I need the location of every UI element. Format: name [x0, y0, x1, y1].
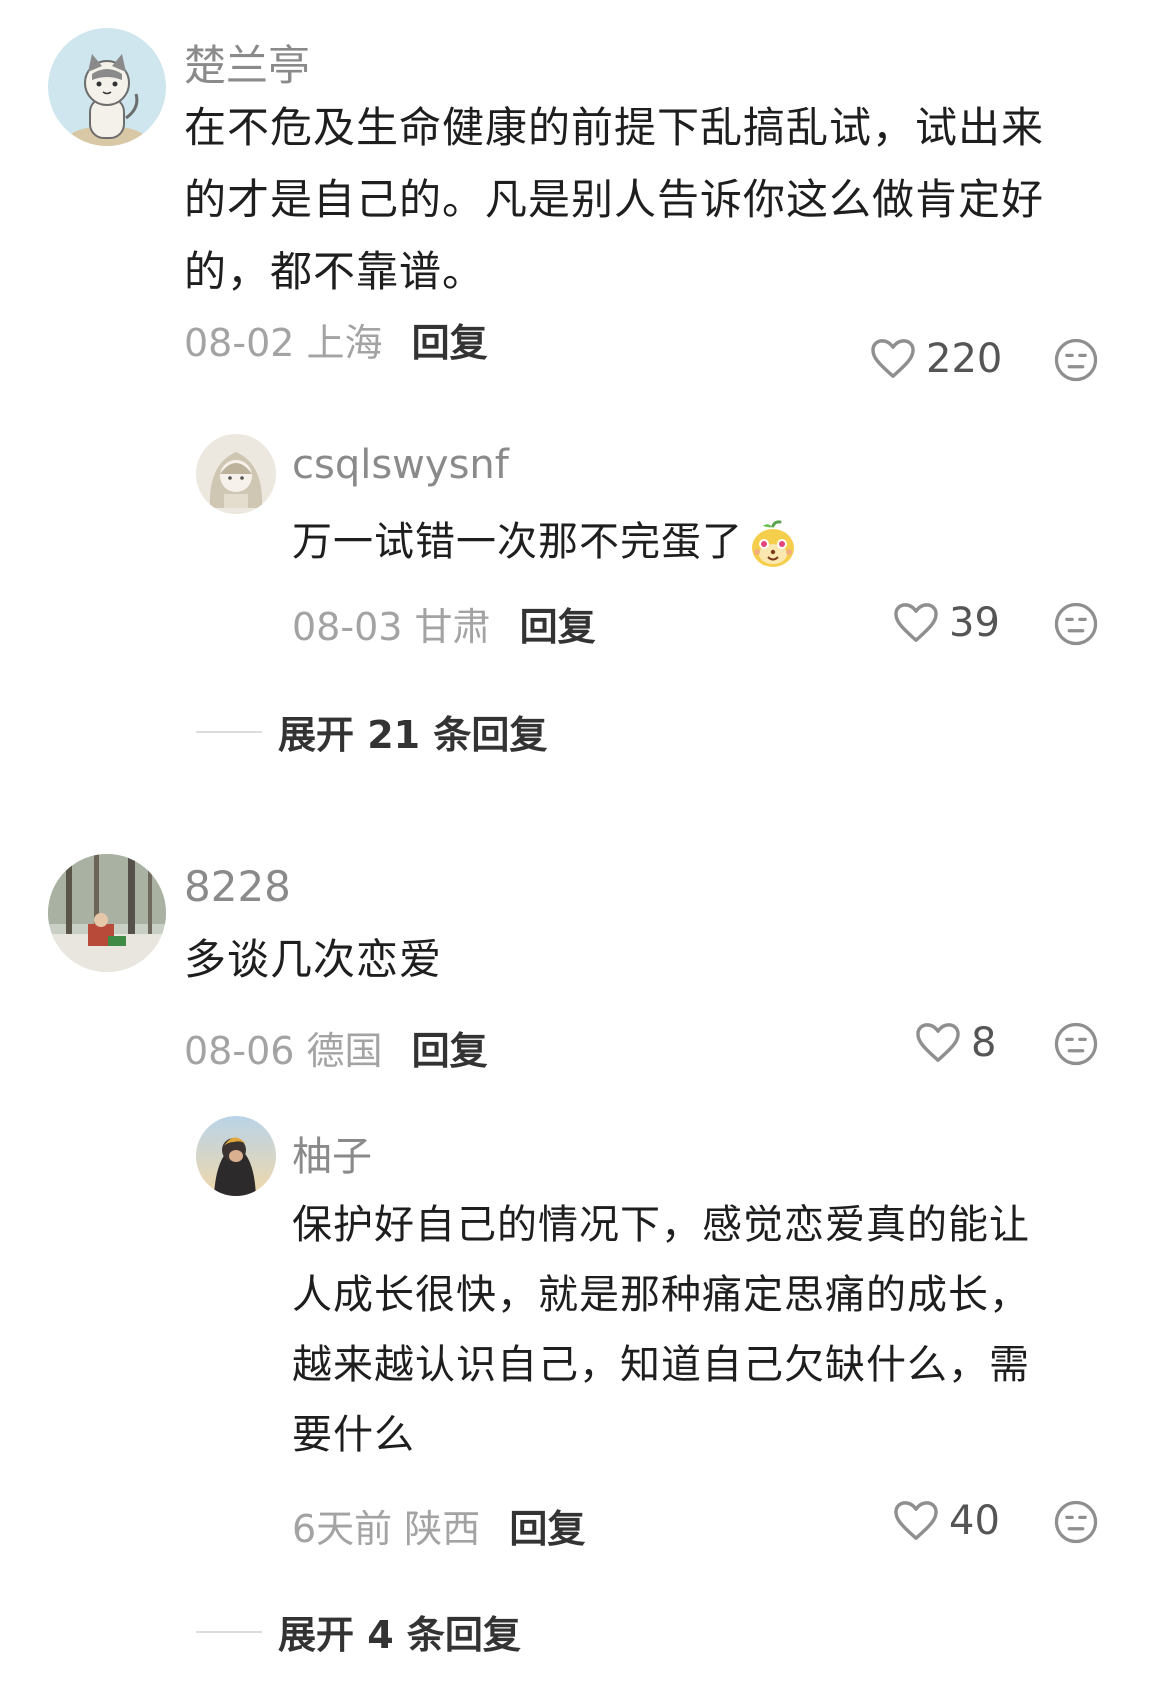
- reply-button[interactable]: 回复: [520, 605, 596, 649]
- reply-button[interactable]: 回复: [412, 321, 488, 365]
- heart-icon: [871, 339, 915, 378]
- heart-icon: [916, 1023, 960, 1062]
- reply-button[interactable]: 回复: [509, 1507, 585, 1551]
- dislike-face-icon[interactable]: [1053, 1499, 1099, 1545]
- avatar[interactable]: [196, 434, 276, 514]
- like-count: 8: [971, 1020, 997, 1066]
- smiling-mango-emoji-icon: [752, 520, 794, 567]
- comment-text: 多谈几次恋爱: [184, 924, 1084, 996]
- date-location: 08-03 甘肃: [292, 605, 491, 649]
- reply-meta: 08-03 甘肃 回复: [292, 596, 596, 651]
- expand-replies-button[interactable]: 展开 21 条回复: [196, 704, 547, 759]
- reply-text-content: 万一试错一次那不完蛋了: [292, 519, 743, 565]
- reply-button[interactable]: 回复: [412, 1029, 488, 1073]
- comment-text-line: 的才是自己的。凡是别人告诉你这么做肯定好: [184, 175, 1045, 224]
- avatar[interactable]: [48, 854, 166, 972]
- reply-text-line: 越来越认识自己，知道自己欠缺什么，需: [292, 1342, 1030, 1388]
- dislike-face-icon[interactable]: [1053, 1021, 1099, 1067]
- divider-line: [196, 730, 262, 733]
- date-location: 6天前 陕西: [292, 1507, 481, 1551]
- username[interactable]: 柚子: [292, 1124, 372, 1182]
- avatar[interactable]: [196, 1116, 276, 1196]
- divider-line: [196, 1630, 262, 1633]
- comment-text-line: 在不危及生命健康的前提下乱搞乱试，试出来: [184, 103, 1045, 152]
- reply-text-line: 人成长很快，就是那种痛定思痛的成长，: [292, 1272, 1030, 1318]
- forest-scene-avatar-icon: [48, 854, 166, 972]
- username[interactable]: csqlswysnf: [292, 442, 509, 488]
- like-count: 39: [949, 600, 1000, 646]
- comment-meta: 08-06 德国 回复: [184, 1020, 488, 1075]
- comment-text: 在不危及生命健康的前提下乱搞乱试，试出来 的才是自己的。凡是别人告诉你这么做肯定…: [184, 92, 1084, 308]
- heart-icon: [894, 603, 938, 642]
- username[interactable]: 楚兰亭: [184, 32, 310, 93]
- reply-text-line: 保护好自己的情况下，感觉恋爱真的能让: [292, 1202, 1030, 1248]
- comment-meta: 08-02 上海 回复: [184, 312, 488, 367]
- reply-text: 万一试错一次那不完蛋了: [292, 507, 1092, 577]
- date-location: 08-02 上海: [184, 321, 383, 365]
- like-button[interactable]: 40: [893, 1498, 1000, 1544]
- expand-replies-button[interactable]: 展开 4 条回复: [196, 1604, 521, 1659]
- username[interactable]: 8228: [184, 862, 291, 911]
- avatar[interactable]: [48, 28, 166, 146]
- cartoon-cat-avatar-icon: [48, 28, 166, 146]
- like-button[interactable]: 39: [893, 600, 1000, 646]
- comment-text-line: 的，都不靠谱。: [184, 247, 486, 296]
- like-count: 220: [926, 336, 1003, 382]
- reply-meta: 6天前 陕西 回复: [292, 1498, 585, 1553]
- anime-girl-avatar-icon: [196, 434, 276, 514]
- dislike-face-icon[interactable]: [1053, 601, 1099, 647]
- reply-text-line: 要什么: [292, 1412, 415, 1458]
- like-button[interactable]: 220: [870, 336, 1002, 382]
- like-button[interactable]: 8: [915, 1020, 996, 1066]
- date-location: 08-06 德国: [184, 1029, 383, 1073]
- sunset-portrait-avatar-icon: [196, 1116, 276, 1196]
- comment-text-line: 多谈几次恋爱: [184, 935, 443, 984]
- expand-replies-label: 展开 21 条回复: [278, 713, 548, 757]
- expand-replies-label: 展开 4 条回复: [278, 1613, 521, 1657]
- reply-text: 保护好自己的情况下，感觉恋爱真的能让 人成长很快，就是那种痛定思痛的成长， 越来…: [292, 1190, 1112, 1470]
- heart-icon: [894, 1501, 938, 1540]
- like-count: 40: [949, 1498, 1000, 1544]
- dislike-face-icon[interactable]: [1053, 337, 1099, 383]
